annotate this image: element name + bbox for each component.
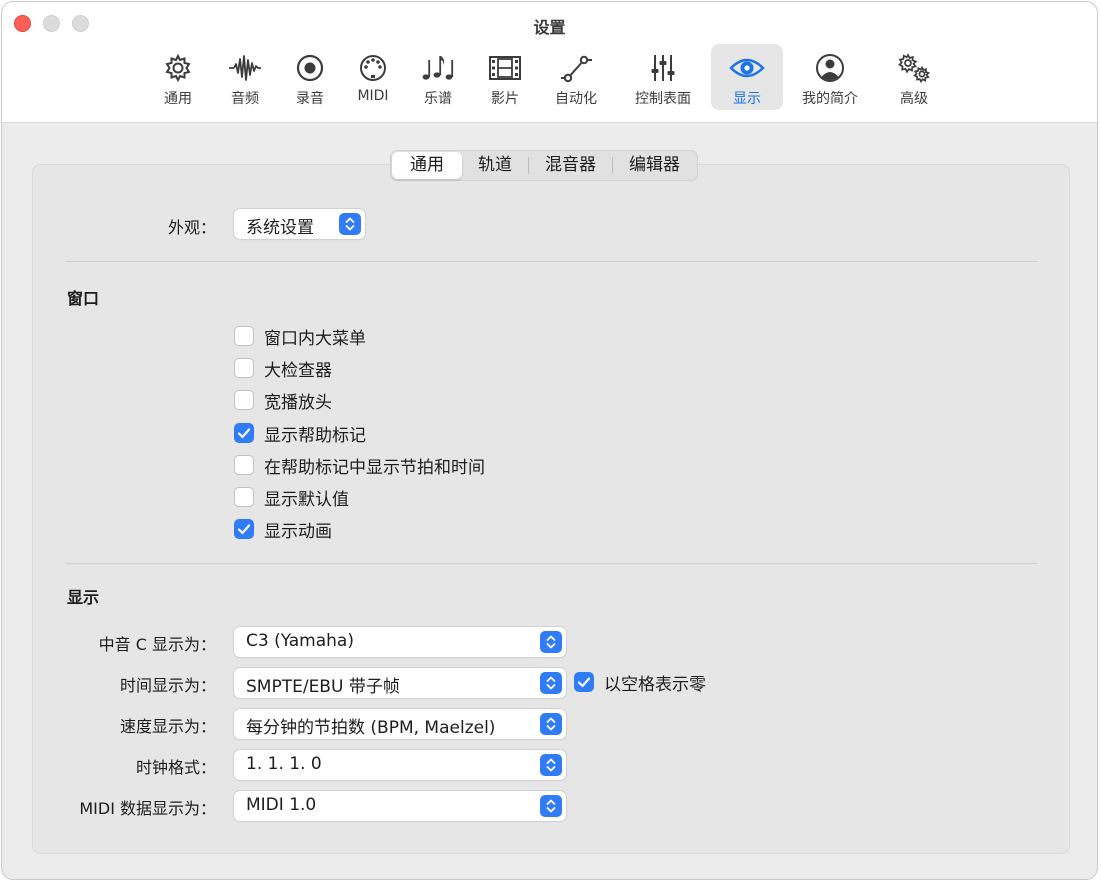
checkmark-icon <box>237 428 251 439</box>
display-tabs: 通用 轨道 混音器 编辑器 <box>390 150 698 181</box>
tempo-display-label: 速度显示为： <box>119 717 216 736</box>
stepper-icon <box>339 213 361 235</box>
checkbox[interactable] <box>234 487 254 507</box>
toolbar-item-audio[interactable]: 音频 <box>220 44 270 110</box>
checkbox-large-menus[interactable]: 窗口内大菜单 <box>234 324 366 349</box>
checkbox-space-as-zero[interactable]: 以空格表示零 <box>574 670 706 695</box>
checkbox-wide-playhead[interactable]: 宽播放头 <box>234 388 332 413</box>
toolbar-item-my-info[interactable]: 我的简介 <box>796 44 864 110</box>
section-divider <box>66 563 1037 564</box>
film-icon <box>485 50 525 86</box>
toolbar-item-movie[interactable]: 影片 <box>480 44 530 110</box>
checkmark-icon <box>577 677 591 688</box>
appearance-value: 系统设置 <box>246 218 314 238</box>
midi-data-label: MIDI 数据显示为： <box>79 799 216 818</box>
person-icon <box>810 50 850 86</box>
checkmark-icon <box>237 524 251 535</box>
tab-mixer[interactable]: 混音器 <box>529 152 612 179</box>
tab-tracks[interactable]: 轨道 <box>462 152 528 179</box>
stepper-icon <box>540 713 562 735</box>
section-divider <box>66 261 1037 262</box>
clock-format-popup[interactable]: 1. 1. 1. 0 <box>234 750 566 780</box>
checkbox-show-help-tags[interactable]: 显示帮助标记 <box>234 421 366 446</box>
checkbox[interactable] <box>234 326 254 346</box>
toolbar-item-general[interactable]: 通用 <box>153 44 203 110</box>
music-notes-icon <box>418 50 458 86</box>
stepper-icon <box>540 795 562 817</box>
time-display-popup[interactable]: SMPTE/EBU 带子帧 <box>234 668 566 698</box>
toolbar-item-advanced[interactable]: 高级 <box>889 44 939 110</box>
checkbox-show-animations[interactable]: 显示动画 <box>234 517 332 542</box>
settings-toolbar: 通用 音频 录音 MIDI 乐谱 影片 自动化 控制表面 显示 我的简介 高级 <box>2 44 1097 114</box>
appearance-label: 外观： <box>167 218 216 237</box>
tempo-display-popup[interactable]: 每分钟的节拍数 (BPM, Maelzel) <box>234 709 566 739</box>
checkbox-large-inspector[interactable]: 大检查器 <box>234 356 332 381</box>
display-section-title: 显示 <box>67 588 100 607</box>
toolbar-item-midi[interactable]: MIDI <box>348 44 398 110</box>
stepper-icon <box>540 754 562 776</box>
checkbox-beats-time-help-tags[interactable]: 在帮助标记中显示节拍和时间 <box>234 453 485 478</box>
stepper-icon <box>540 672 562 694</box>
gears-icon <box>894 50 934 86</box>
tab-editors[interactable]: 编辑器 <box>613 152 696 179</box>
checkbox-checked[interactable] <box>574 672 594 692</box>
toolbar-item-display[interactable]: 显示 <box>711 44 783 110</box>
titlebar: 设置 通用 音频 录音 MIDI 乐谱 影片 自动化 控制表面 显示 我的简介 … <box>2 2 1097 123</box>
eye-icon <box>727 50 767 86</box>
toolbar-item-control-surfaces[interactable]: 控制表面 <box>628 44 698 110</box>
midi-data-popup[interactable]: MIDI 1.0 <box>234 791 566 821</box>
checkbox[interactable] <box>234 455 254 475</box>
time-display-label: 时间显示为： <box>119 676 216 695</box>
checkbox-checked[interactable] <box>234 519 254 539</box>
midi-icon <box>353 50 393 86</box>
toolbar-item-score[interactable]: 乐谱 <box>413 44 463 110</box>
window-section-title: 窗口 <box>67 289 100 308</box>
toolbar-item-record[interactable]: 录音 <box>285 44 335 110</box>
appearance-popup[interactable]: 系统设置 <box>234 209 365 239</box>
automation-icon <box>556 50 596 86</box>
checkbox-checked[interactable] <box>234 423 254 443</box>
sliders-icon <box>643 50 683 86</box>
window-title: 设置 <box>533 18 566 37</box>
checkbox[interactable] <box>234 358 254 378</box>
checkbox[interactable] <box>234 390 254 410</box>
gear-icon <box>158 50 198 86</box>
checkbox-show-default-values[interactable]: 显示默认值 <box>234 485 349 510</box>
tab-general[interactable]: 通用 <box>392 152 462 179</box>
toolbar-item-automation[interactable]: 自动化 <box>547 44 605 110</box>
middle-c-label: 中音 C 显示为： <box>98 635 216 654</box>
clock-format-label: 时钟格式： <box>135 758 216 777</box>
record-icon <box>290 50 330 86</box>
settings-window: 设置 通用 音频 录音 MIDI 乐谱 影片 自动化 控制表面 显示 我的简介 … <box>1 1 1098 880</box>
middle-c-popup[interactable]: C3 (Yamaha) <box>234 627 566 657</box>
waveform-icon <box>225 50 265 86</box>
stepper-icon <box>540 631 562 653</box>
